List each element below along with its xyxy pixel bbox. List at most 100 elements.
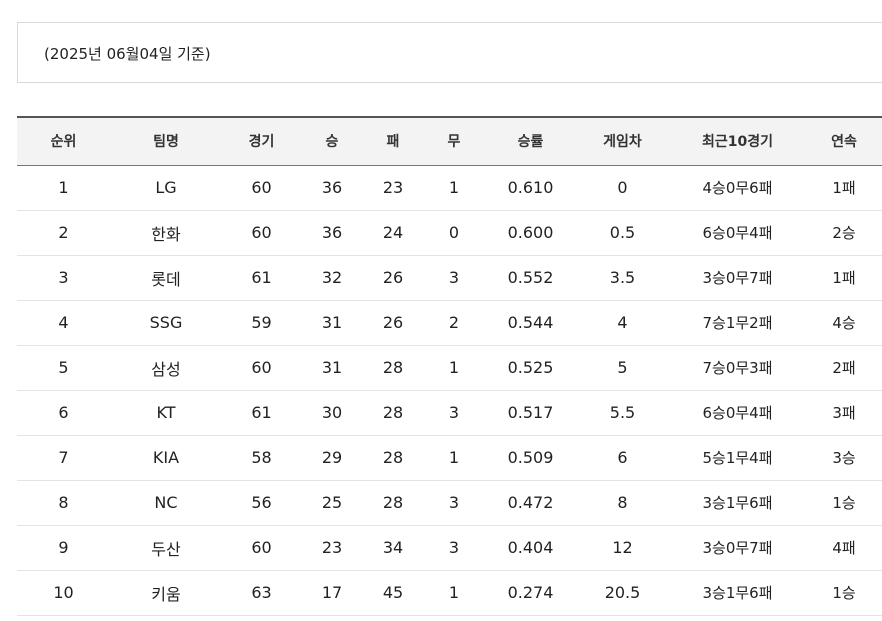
- wins-cell: 29: [301, 435, 363, 481]
- wins-cell: 31: [301, 345, 363, 391]
- win-pct-cell: 0.610: [485, 165, 576, 211]
- standings-table: 순위 팀명 경기 승 패 무 승률 게임차 최근10경기 연속 1 LG 60 36 2…: [17, 116, 882, 616]
- last-10-cell: 3승0무7패: [669, 525, 806, 571]
- column-header-games: 경기: [222, 116, 301, 166]
- column-header-rank: 순위: [17, 116, 110, 166]
- last-10-cell: 3승1무6패: [669, 570, 806, 616]
- rank-cell: 9: [17, 525, 110, 571]
- win-pct-cell: 0.517: [485, 390, 576, 436]
- table-row: 1 LG 60 36 23 1 0.610 0 4승0무6패 1패: [17, 165, 882, 211]
- last-10-cell: 3승1무6패: [669, 480, 806, 526]
- table-row: 2 한화 60 36 24 0 0.600 0.5 6승0무4패 2승: [17, 210, 882, 256]
- rank-cell: 5: [17, 345, 110, 391]
- games-cell: 58: [222, 435, 301, 481]
- games-behind-cell: 8: [576, 480, 669, 526]
- losses-cell: 28: [363, 345, 423, 391]
- rank-cell: 10: [17, 570, 110, 616]
- column-header-losses: 패: [363, 116, 423, 166]
- win-pct-cell: 0.472: [485, 480, 576, 526]
- column-header-last-10: 최근10경기: [669, 116, 806, 166]
- last-10-cell: 5승1무4패: [669, 435, 806, 481]
- team-name-cell: 두산: [110, 525, 222, 571]
- wins-cell: 32: [301, 255, 363, 301]
- draws-cell: 3: [423, 255, 485, 301]
- losses-cell: 34: [363, 525, 423, 571]
- last-10-cell: 4승0무6패: [669, 165, 806, 211]
- win-pct-cell: 0.509: [485, 435, 576, 481]
- wins-cell: 25: [301, 480, 363, 526]
- games-cell: 63: [222, 570, 301, 616]
- column-header-wins: 승: [301, 116, 363, 166]
- wins-cell: 30: [301, 390, 363, 436]
- draws-cell: 2: [423, 300, 485, 346]
- wins-cell: 17: [301, 570, 363, 616]
- team-name-cell: KIA: [110, 435, 222, 481]
- win-pct-cell: 0.404: [485, 525, 576, 571]
- team-name-cell: SSG: [110, 300, 222, 346]
- streak-cell: 1패: [806, 165, 882, 211]
- win-pct-cell: 0.552: [485, 255, 576, 301]
- win-pct-cell: 0.544: [485, 300, 576, 346]
- column-header-draws: 무: [423, 116, 485, 166]
- draws-cell: 0: [423, 210, 485, 256]
- games-cell: 60: [222, 525, 301, 571]
- draws-cell: 1: [423, 345, 485, 391]
- last-10-cell: 3승0무7패: [669, 255, 806, 301]
- games-behind-cell: 12: [576, 525, 669, 571]
- games-behind-cell: 3.5: [576, 255, 669, 301]
- date-info-box: (2025년 06월04일 기준): [17, 22, 882, 83]
- games-cell: 61: [222, 255, 301, 301]
- games-behind-cell: 20.5: [576, 570, 669, 616]
- draws-cell: 1: [423, 165, 485, 211]
- losses-cell: 28: [363, 480, 423, 526]
- column-header-streak: 연속: [806, 116, 882, 166]
- last-10-cell: 7승0무3패: [669, 345, 806, 391]
- table-row: 9 두산 60 23 34 3 0.404 12 3승0무7패 4패: [17, 525, 882, 571]
- rank-cell: 1: [17, 165, 110, 211]
- streak-cell: 2승: [806, 210, 882, 256]
- draws-cell: 1: [423, 435, 485, 481]
- team-name-cell: 삼성: [110, 345, 222, 391]
- streak-cell: 3패: [806, 390, 882, 436]
- table-row: 6 KT 61 30 28 3 0.517 5.5 6승0무4패 3패: [17, 390, 882, 436]
- games-cell: 60: [222, 210, 301, 256]
- games-behind-cell: 0.5: [576, 210, 669, 256]
- table-row: 7 KIA 58 29 28 1 0.509 6 5승1무4패 3승: [17, 435, 882, 481]
- losses-cell: 28: [363, 435, 423, 481]
- column-header-games-behind: 게임차: [576, 116, 669, 166]
- losses-cell: 26: [363, 300, 423, 346]
- rank-cell: 3: [17, 255, 110, 301]
- games-behind-cell: 5: [576, 345, 669, 391]
- games-behind-cell: 6: [576, 435, 669, 481]
- last-10-cell: 7승1무2패: [669, 300, 806, 346]
- rank-cell: 6: [17, 390, 110, 436]
- column-header-team: 팀명: [110, 116, 222, 166]
- streak-cell: 1승: [806, 480, 882, 526]
- rank-cell: 2: [17, 210, 110, 256]
- streak-cell: 4승: [806, 300, 882, 346]
- draws-cell: 3: [423, 480, 485, 526]
- wins-cell: 36: [301, 210, 363, 256]
- wins-cell: 36: [301, 165, 363, 211]
- standings-body: 1 LG 60 36 23 1 0.610 0 4승0무6패 1패 2 한화 60 36 24 0 0.600 0…: [17, 165, 882, 616]
- rank-cell: 7: [17, 435, 110, 481]
- draws-cell: 3: [423, 525, 485, 571]
- games-behind-cell: 0: [576, 165, 669, 211]
- team-name-cell: KT: [110, 390, 222, 436]
- table-row: 4 SSG 59 31 26 2 0.544 4 7승1무2패 4승: [17, 300, 882, 346]
- column-header-win-pct: 승률: [485, 116, 576, 166]
- table-row: 8 NC 56 25 28 3 0.472 8 3승1무6패 1승: [17, 480, 882, 526]
- draws-cell: 1: [423, 570, 485, 616]
- team-name-cell: 롯데: [110, 255, 222, 301]
- games-behind-cell: 4: [576, 300, 669, 346]
- last-10-cell: 6승0무4패: [669, 390, 806, 436]
- wins-cell: 23: [301, 525, 363, 571]
- streak-cell: 1승: [806, 570, 882, 616]
- rank-cell: 8: [17, 480, 110, 526]
- streak-cell: 4패: [806, 525, 882, 571]
- games-behind-cell: 5.5: [576, 390, 669, 436]
- games-cell: 59: [222, 300, 301, 346]
- table-row: 10 키움 63 17 45 1 0.274 20.5 3승1무6패 1승: [17, 570, 882, 616]
- win-pct-cell: 0.600: [485, 210, 576, 256]
- losses-cell: 23: [363, 165, 423, 211]
